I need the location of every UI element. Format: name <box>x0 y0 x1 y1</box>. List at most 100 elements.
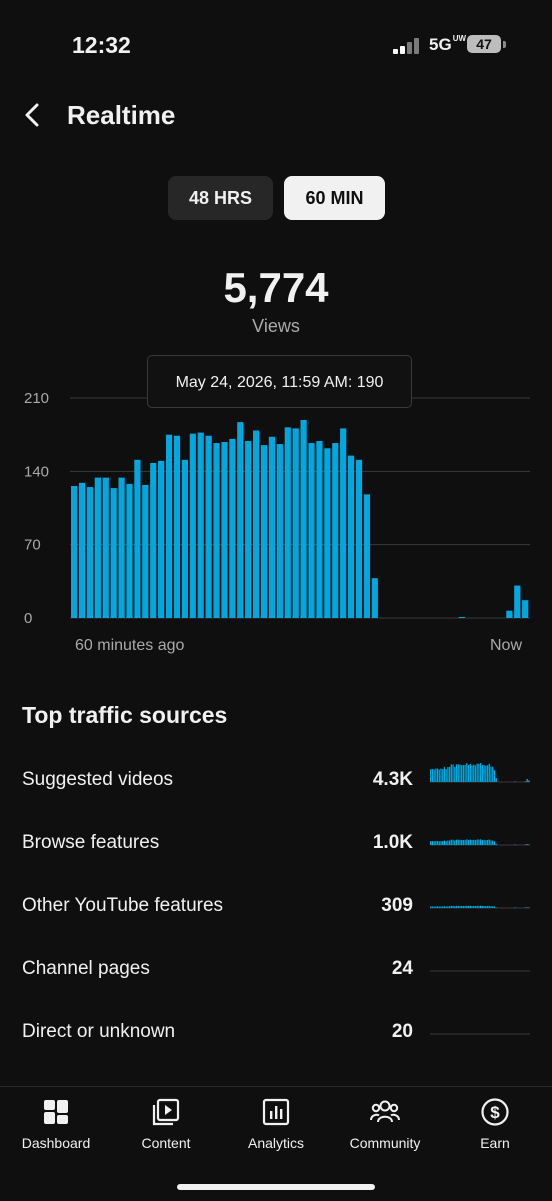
nav-label-earn: Earn <box>480 1135 510 1151</box>
traffic-source-sparkline <box>430 839 530 846</box>
sparkline-bar <box>431 841 434 845</box>
sparkline-bar <box>452 839 454 845</box>
sparkline-bar <box>524 844 527 845</box>
sparkline-bar <box>459 764 461 782</box>
nav-analytics[interactable]: Analytics <box>221 1097 331 1161</box>
nav-community[interactable]: Community <box>330 1097 440 1161</box>
chart-bar <box>260 445 268 618</box>
sparkline-bar <box>438 906 440 908</box>
traffic-source-row[interactable]: Direct or unknown 20 <box>0 1013 552 1053</box>
sparkline-bar <box>448 766 451 782</box>
sparkline-bar <box>445 841 447 845</box>
sparkline-bar <box>461 765 463 782</box>
sparkline-bar <box>514 781 516 782</box>
sparkline-bar <box>435 906 437 908</box>
sparkline-bar <box>469 905 471 908</box>
sparkline-bar <box>445 769 447 782</box>
nav-earn[interactable]: $ Earn <box>440 1097 550 1161</box>
sparkline-bar <box>483 905 485 908</box>
sparkline-bar <box>442 906 444 908</box>
sparkline-bar <box>469 764 471 782</box>
traffic-source-row[interactable]: Suggested videos 4.3K <box>0 761 552 801</box>
tab-48-hrs[interactable]: 48 HRS <box>168 176 273 220</box>
sparkline-bar <box>524 907 527 908</box>
chart-bar <box>245 440 252 618</box>
sparkline-bar <box>464 905 466 908</box>
chart-bar <box>276 444 283 618</box>
sparkline-bar <box>528 844 530 845</box>
sparkline-bar <box>443 840 446 845</box>
sparkline-bar <box>431 769 434 782</box>
chart-bar <box>340 428 347 618</box>
chart-bar <box>253 430 260 618</box>
sparkline-bar <box>454 766 456 782</box>
analytics-icon <box>262 1098 290 1126</box>
chart-bar <box>78 482 86 618</box>
sparkline-bar <box>492 766 494 782</box>
sparkline-bar <box>438 841 440 845</box>
sparkline-bar <box>473 905 475 908</box>
sparkline-bar <box>490 766 492 782</box>
sparkline-bar <box>471 765 473 782</box>
sparkline-bar <box>474 765 477 782</box>
sparkline-bar <box>447 906 449 908</box>
sparkline-bar <box>493 770 496 782</box>
traffic-source-sparkline <box>430 763 530 783</box>
nav-dashboard[interactable]: Dashboard <box>1 1097 111 1161</box>
traffic-source-sparkline <box>430 970 530 972</box>
chart-bar <box>142 484 149 618</box>
sparkline-bar <box>473 839 475 845</box>
sparkline-bar <box>455 905 458 908</box>
battery-cap <box>503 41 506 48</box>
back-arrow-icon[interactable] <box>20 102 46 128</box>
nav-label-analytics: Analytics <box>247 1135 305 1151</box>
sparkline-bar <box>476 905 478 908</box>
sparkline-bar <box>462 839 465 845</box>
sparkline-bar <box>495 778 497 782</box>
status-time: 12:32 <box>72 32 131 58</box>
sparkline-bar <box>442 841 444 845</box>
signal-icon <box>393 38 421 54</box>
chart-bar <box>355 459 363 618</box>
sparkline-bar <box>485 765 487 782</box>
traffic-source-row[interactable]: Other YouTube features 309 <box>0 887 552 927</box>
sparkline-bar <box>488 839 490 845</box>
x-axis-start-label: 60 minutes ago <box>75 637 185 654</box>
community-icon <box>370 1100 400 1123</box>
sparkline-bar <box>436 906 439 908</box>
sparkline-bar <box>435 768 437 782</box>
x-axis-end-label: Now <box>490 637 522 654</box>
chart-bar <box>506 610 513 618</box>
traffic-source-row[interactable]: Channel pages 24 <box>0 950 552 990</box>
home-indicator <box>177 1184 375 1190</box>
sparkline-bar <box>454 906 456 908</box>
sparkline-bar <box>457 764 459 782</box>
chart-bar <box>221 442 228 618</box>
chart-bar <box>197 432 204 618</box>
sparkline-bar <box>473 764 475 782</box>
sparkline-bar <box>466 905 468 908</box>
traffic-source-label: Suggested videos <box>22 769 174 790</box>
sparkline-bar <box>526 844 528 845</box>
sparkline-bar <box>430 906 432 908</box>
sparkline-bar <box>488 905 490 908</box>
tab-60-min[interactable]: 60 MIN <box>284 176 385 220</box>
chart-bar <box>118 477 125 618</box>
sparkline-bar <box>526 778 528 782</box>
sparkline-bar <box>454 840 456 845</box>
sparkline-bar <box>452 905 454 908</box>
chart-bar <box>110 488 117 618</box>
sparkline-bar <box>488 763 490 782</box>
traffic-source-row[interactable]: Browse features 1.0K <box>0 824 552 864</box>
traffic-source-label: Direct or unknown <box>22 1021 176 1042</box>
traffic-source-value: 309 <box>381 895 413 916</box>
sparkline-bar <box>440 906 442 908</box>
nav-content[interactable]: Content <box>111 1097 221 1161</box>
chart-bar <box>347 455 355 618</box>
traffic-source-value: 4.3K <box>372 769 413 790</box>
sparkline-bar <box>526 907 528 908</box>
sparkline-bar <box>462 905 465 908</box>
chart-bar <box>514 585 521 618</box>
traffic-source-value: 20 <box>391 1021 413 1042</box>
realtime-views-chart[interactable]: 0 70 140 210 60 minutes ago Now <box>0 385 552 670</box>
